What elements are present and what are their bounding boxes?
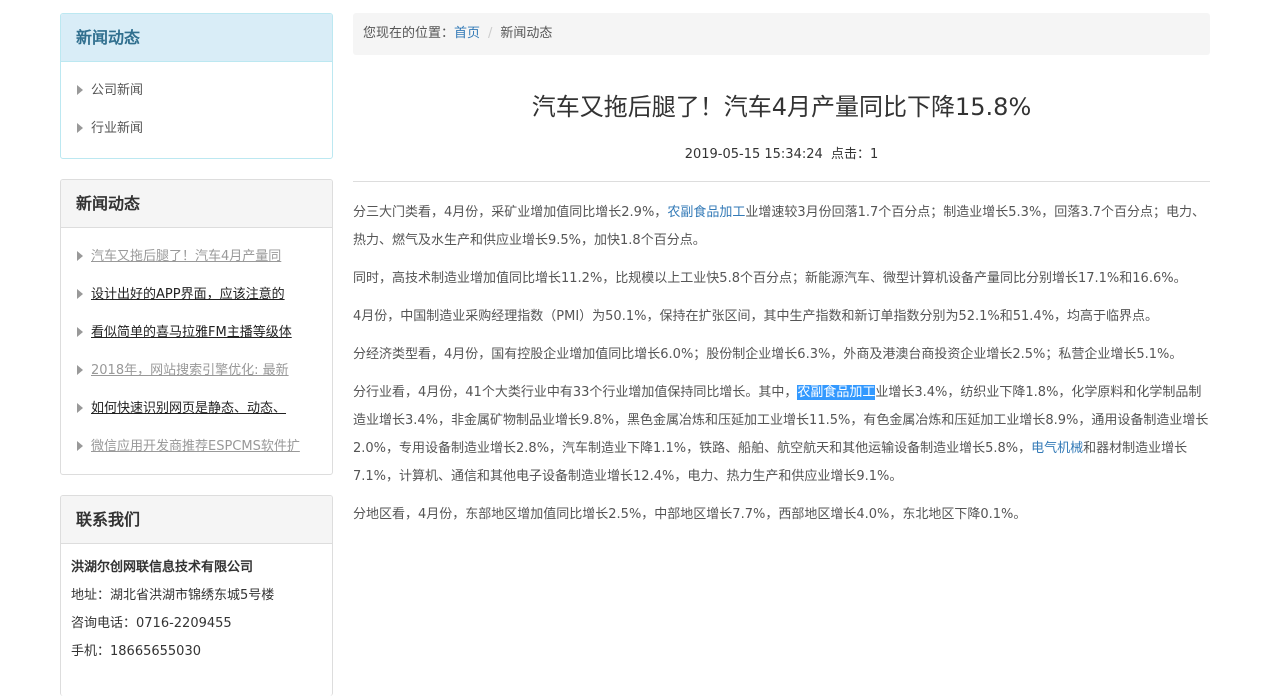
caret-right-icon [77, 402, 83, 413]
text: 分行业看，4月份，41个大类行业中有33个行业增加值保持同比增长。其中， [353, 385, 798, 400]
article-title: 汽车又拖后腿了！汽车4月产量同比下降15.8% [531, 93, 1032, 121]
news-link[interactable]: 设计出好的APP界面，应该注意的 [91, 287, 285, 302]
caret-right-icon [77, 440, 83, 451]
article-body: 分三大门类看，4月份，采矿业增加值同比增长2.9%，农副食品加工业增速较3月份回… [353, 182, 1210, 529]
caret-right-icon [77, 84, 83, 95]
paragraph: 分地区看，4月份，东部地区增加值同比增长2.5%，中部地区增长7.7%，西部地区… [353, 507, 1027, 522]
main-content: 您现在的位置：首页 / 新闻动态 汽车又拖后腿了！汽车4月产量同比下降15.8% 2… [353, 13, 1210, 539]
news-item[interactable]: 汽车又拖后腿了！汽车4月产量同 [61, 238, 332, 276]
latest-news-list: 汽车又拖后腿了！汽车4月产量同 设计出好的APP界面，应该注意的 看似简单的喜马… [61, 228, 332, 474]
contact-panel: 联系我们 洪湖尔创网联信息技术有限公司 地址：湖北省洪湖市锦绣东城5号楼 咨询电… [60, 495, 333, 696]
news-link[interactable]: 看似简单的喜马拉雅FM主播等级体 [91, 325, 292, 340]
caret-right-icon [77, 364, 83, 375]
caret-right-icon [77, 122, 83, 133]
news-category-title: 新闻动态 [61, 14, 332, 62]
breadcrumb-separator: / [488, 26, 493, 41]
keyword-link[interactable]: 电气机械 [1031, 441, 1083, 456]
news-item[interactable]: 2018年，网站搜索引擎优化: 最新 [61, 352, 332, 390]
paragraph: 同时，高技术制造业增加值同比增长11.2%，比规模以上工业快5.8个百分点；新能… [353, 271, 1187, 286]
breadcrumb-home-link[interactable]: 首页 [454, 26, 480, 41]
breadcrumb: 您现在的位置：首页 / 新闻动态 [353, 13, 1210, 55]
breadcrumb-prefix: 您现在的位置： [363, 26, 455, 41]
news-item[interactable]: 如何快速识别网页是静态、动态、 [61, 390, 332, 428]
category-link[interactable]: 公司新闻 [91, 83, 143, 98]
company-name: 洪湖尔创网联信息技术有限公司 [71, 560, 254, 575]
breadcrumb-current: 新闻动态 [500, 26, 553, 41]
phone: 咨询电话：0716-2209455 [71, 616, 232, 631]
paragraph: 分三大门类看，4月份，采矿业增加值同比增长2.9%，农副食品加工业增速较3月份回… [353, 199, 1210, 255]
news-link[interactable]: 如何快速识别网页是静态、动态、 [91, 401, 286, 416]
paragraph: 4月份，中国制造业采购经理指数（PMI）为50.1%，保持在扩张区间，其中生产指… [353, 309, 1159, 324]
contact-title: 联系我们 [61, 496, 332, 544]
category-item-company[interactable]: 公司新闻 [61, 72, 332, 110]
keyword-link[interactable]: 农副食品加工 [667, 205, 745, 220]
news-link[interactable]: 2018年，网站搜索引擎优化: 最新 [91, 363, 289, 378]
news-link[interactable]: 微信应用开发商推荐ESPCMS软件扩 [91, 439, 300, 454]
mobile: 手机：18665655030 [71, 644, 201, 659]
news-item[interactable]: 微信应用开发商推荐ESPCMS软件扩 [61, 428, 332, 466]
category-link[interactable]: 行业新闻 [91, 121, 143, 136]
caret-right-icon [77, 250, 83, 261]
news-item[interactable]: 设计出好的APP界面，应该注意的 [61, 276, 332, 314]
article-meta: 2019-05-15 15:34:24 点击：1 [684, 147, 879, 162]
news-category-panel: 新闻动态 公司新闻 行业新闻 [60, 13, 333, 159]
latest-news-panel: 新闻动态 汽车又拖后腿了！汽车4月产量同 设计出好的APP界面，应该注意的 看似… [60, 179, 333, 475]
sidebar: 新闻动态 公司新闻 行业新闻 新闻动态 汽车又拖后腿了！汽车4月产量同 设计出好… [60, 13, 333, 696]
paragraph: 分经济类型看，4月份，国有控股企业增加值同比增长6.0%；股份制企业增长6.3%… [353, 347, 1183, 362]
caret-right-icon [77, 326, 83, 337]
contact-info: 洪湖尔创网联信息技术有限公司 地址：湖北省洪湖市锦绣东城5号楼 咨询电话：071… [61, 544, 332, 666]
category-item-industry[interactable]: 行业新闻 [61, 110, 332, 148]
news-link[interactable]: 汽车又拖后腿了！汽车4月产量同 [91, 249, 281, 264]
address: 地址：湖北省洪湖市锦绣东城5号楼 [71, 588, 275, 603]
keyword-link-selected[interactable]: 农副食品加工 [797, 385, 876, 400]
paragraph: 分行业看，4月份，41个大类行业中有33个行业增加值保持同比增长。其中，农副食品… [353, 379, 1210, 491]
news-category-list: 公司新闻 行业新闻 [61, 62, 332, 158]
news-item[interactable]: 看似简单的喜马拉雅FM主播等级体 [61, 314, 332, 352]
caret-right-icon [77, 288, 83, 299]
latest-news-title: 新闻动态 [61, 180, 332, 228]
text: 分三大门类看，4月份，采矿业增加值同比增长2.9%， [353, 205, 668, 220]
